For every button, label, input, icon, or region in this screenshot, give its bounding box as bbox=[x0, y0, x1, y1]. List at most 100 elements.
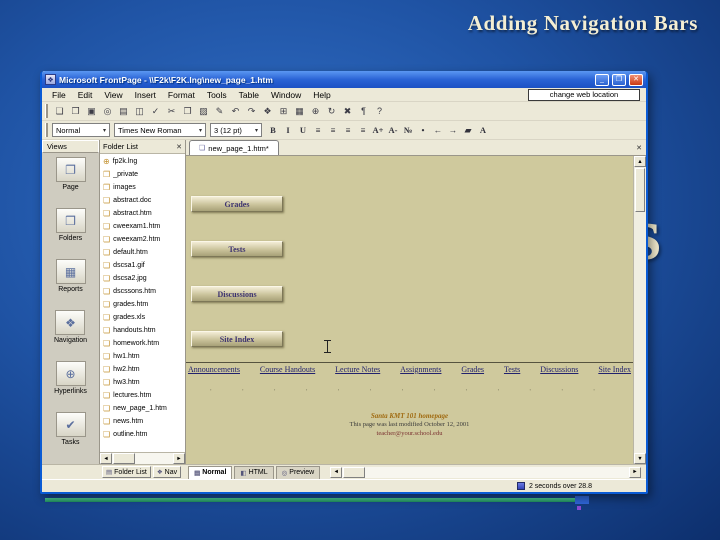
file-row[interactable]: ❏ hw3.htm bbox=[100, 376, 185, 389]
file-row[interactable]: ❏ dscssons.htm bbox=[100, 285, 185, 298]
close-icon[interactable]: ✕ bbox=[176, 143, 182, 151]
underline-button[interactable]: U bbox=[296, 123, 310, 138]
undo-icon[interactable]: ↶ bbox=[228, 104, 243, 119]
document-tab[interactable]: ❏ new_page_1.htm* bbox=[189, 140, 279, 155]
menu-item[interactable]: Tools bbox=[201, 89, 233, 101]
scroll-track[interactable] bbox=[634, 213, 646, 453]
menu-item[interactable]: View bbox=[98, 89, 128, 101]
page-content[interactable]: Grades Tests Discussions Site Index Announc… bbox=[186, 156, 633, 464]
page-nav-button[interactable]: Site Index bbox=[191, 331, 283, 347]
align-center-button[interactable]: ≡ bbox=[326, 123, 340, 138]
search-icon[interactable]: ◎ bbox=[100, 104, 115, 119]
print-icon[interactable]: ▤ bbox=[116, 104, 131, 119]
file-row[interactable]: ⊕ fp2k.lng bbox=[100, 155, 185, 168]
menu-item[interactable]: Insert bbox=[129, 89, 162, 101]
scroll-left-icon[interactable]: ◄ bbox=[100, 453, 112, 464]
views-item-folders[interactable]: ❒ Folders bbox=[55, 208, 86, 242]
align-left-button[interactable]: ≡ bbox=[311, 123, 325, 138]
hyperlink-icon[interactable]: ⊕ bbox=[308, 104, 323, 119]
help-icon[interactable]: ? bbox=[372, 104, 387, 119]
file-row[interactable]: ❏ homework.htm bbox=[100, 337, 185, 350]
restore-button[interactable]: ❐ bbox=[612, 73, 626, 86]
increase-indent-button[interactable]: → bbox=[446, 123, 460, 138]
italic-button[interactable]: I bbox=[281, 123, 295, 138]
open-icon[interactable]: ❒ bbox=[68, 104, 83, 119]
views-item-tasks[interactable]: ✔ Tasks bbox=[55, 412, 86, 446]
insert-table-icon[interactable]: ⊞ bbox=[276, 104, 291, 119]
numbering-button[interactable]: № bbox=[401, 123, 415, 138]
toolbar-grip[interactable] bbox=[45, 104, 48, 118]
font-color-button[interactable]: A bbox=[476, 123, 490, 138]
scroll-left-icon[interactable]: ◄ bbox=[330, 466, 343, 478]
highlight-button[interactable]: ▰ bbox=[461, 123, 475, 138]
align-right-button[interactable]: ≡ bbox=[341, 123, 355, 138]
menu-item[interactable]: Help bbox=[307, 89, 336, 101]
scroll-up-icon[interactable]: ▲ bbox=[634, 156, 646, 167]
show-all-icon[interactable]: ¶ bbox=[356, 104, 371, 119]
scroll-down-icon[interactable]: ▼ bbox=[634, 453, 646, 464]
format-painter-icon[interactable]: ✎ bbox=[212, 104, 227, 119]
nav-link[interactable]: Assignments bbox=[400, 365, 441, 374]
web-component-icon[interactable]: ❖ bbox=[260, 104, 275, 119]
redo-icon[interactable]: ↷ bbox=[244, 104, 259, 119]
tab-html[interactable]: ◧ HTML bbox=[234, 465, 274, 479]
file-row[interactable]: ❏ handouts.htm bbox=[100, 324, 185, 337]
file-row[interactable]: ❏ abstract.doc bbox=[100, 194, 185, 207]
menu-item[interactable]: Table bbox=[233, 89, 265, 101]
nav-toggle[interactable]: ❖ Nav bbox=[152, 466, 182, 478]
views-item-page[interactable]: ❐ Page bbox=[55, 157, 86, 191]
views-item-hyperlinks[interactable]: ⊕ Hyperlinks bbox=[54, 361, 87, 395]
file-row[interactable]: ❏ grades.xls bbox=[100, 311, 185, 324]
scroll-thumb[interactable] bbox=[635, 168, 645, 212]
file-row[interactable]: ❏ dscsa1.gif bbox=[100, 259, 185, 272]
close-button[interactable]: ✕ bbox=[629, 73, 643, 86]
views-item-reports[interactable]: ▦ Reports bbox=[55, 259, 86, 293]
file-row[interactable]: ❒ _private bbox=[100, 168, 185, 181]
insert-picture-icon[interactable]: ▦ bbox=[292, 104, 307, 119]
file-row[interactable]: ❏ abstract.htm bbox=[100, 207, 185, 220]
scroll-thumb[interactable] bbox=[113, 453, 135, 464]
scroll-track[interactable] bbox=[342, 466, 629, 478]
menu-item[interactable]: Format bbox=[162, 89, 201, 101]
nav-link[interactable]: Lecture Notes bbox=[335, 365, 380, 374]
scroll-track[interactable] bbox=[112, 453, 173, 464]
menu-item[interactable]: Window bbox=[265, 89, 307, 101]
menu-item[interactable]: Edit bbox=[72, 89, 99, 101]
file-row[interactable]: ❏ cweexam2.htm bbox=[100, 233, 185, 246]
file-row[interactable]: ❏ grades.htm bbox=[100, 298, 185, 311]
nav-link[interactable]: Announcements bbox=[188, 365, 240, 374]
tab-normal[interactable]: ▤ Normal bbox=[188, 465, 233, 479]
nav-link[interactable]: Grades bbox=[461, 365, 484, 374]
justify-button[interactable]: ≡ bbox=[356, 123, 370, 138]
folder-list-toggle[interactable]: ▤ Folder List bbox=[102, 466, 151, 478]
stop-icon[interactable]: ✖ bbox=[340, 104, 355, 119]
folder-list-hscrollbar[interactable]: ◄ ► bbox=[100, 452, 185, 464]
bullets-button[interactable]: • bbox=[416, 123, 430, 138]
file-row[interactable]: ❏ new_page_1.htm bbox=[100, 402, 185, 415]
nav-link[interactable]: Site Index bbox=[598, 365, 631, 374]
title-bar[interactable]: ❖ Microsoft FrontPage - \\F2k\F2K.lng\ne… bbox=[42, 71, 646, 88]
page-nav-button[interactable]: Tests bbox=[191, 241, 283, 257]
menu-item[interactable]: File bbox=[46, 89, 72, 101]
page-nav-button[interactable]: Grades bbox=[191, 196, 283, 212]
scroll-thumb[interactable] bbox=[343, 466, 366, 478]
nav-link[interactable]: Discussions bbox=[540, 365, 578, 374]
scroll-right-icon[interactable]: ► bbox=[629, 466, 641, 478]
page-nav-button[interactable]: Discussions bbox=[191, 286, 283, 302]
file-row[interactable]: ❏ hw1.htm bbox=[100, 350, 185, 363]
decrease-indent-button[interactable]: ← bbox=[431, 123, 445, 138]
views-item-navigation[interactable]: ❖ Navigation bbox=[54, 310, 87, 344]
nav-link[interactable]: Course Handouts bbox=[260, 365, 315, 374]
file-row[interactable]: ❏ news.htm bbox=[100, 415, 185, 428]
file-row[interactable]: ❏ dscsa2.jpg bbox=[100, 272, 185, 285]
minimize-button[interactable]: _ bbox=[595, 73, 609, 86]
editor-hscrollbar[interactable]: ◄ ► bbox=[330, 466, 641, 478]
font-dropdown[interactable]: Times New Roman ▾ bbox=[114, 123, 206, 137]
preview-in-browser-icon[interactable]: ◫ bbox=[132, 104, 147, 119]
spelling-icon[interactable]: ✓ bbox=[148, 104, 163, 119]
file-row[interactable]: ❏ hw2.htm bbox=[100, 363, 185, 376]
scroll-right-icon[interactable]: ► bbox=[173, 453, 185, 464]
refresh-icon[interactable]: ↻ bbox=[324, 104, 339, 119]
style-dropdown[interactable]: Normal ▾ bbox=[52, 123, 110, 137]
file-row[interactable]: ❒ images bbox=[100, 181, 185, 194]
